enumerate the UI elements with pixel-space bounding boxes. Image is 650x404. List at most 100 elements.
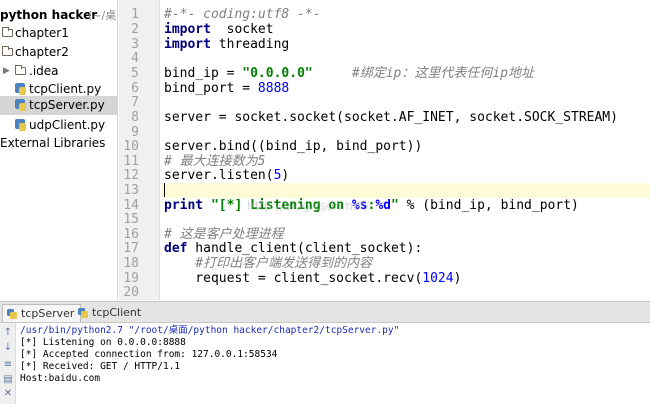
project-tree: python hacker (~/桌面 chapter1 chapter2 ▶ … <box>0 0 118 300</box>
code-comment: # 这是客户处理进程 <box>164 227 284 242</box>
code-editor[interactable]: #-*- coding:utf8 -*- import socket impor… <box>161 0 650 300</box>
python-file-icon <box>15 83 26 96</box>
code-text: ) <box>281 168 290 183</box>
code-line[interactable]: # 这是客户处理进程 <box>164 227 284 242</box>
run-tab-label: tcpServer <box>21 307 75 320</box>
code-comment: #绑定ip：这里代表任何ip地址 <box>351 66 535 81</box>
tree-item-label: .idea <box>29 64 59 78</box>
python-file-icon <box>15 99 26 112</box>
console-toolbar: ↑ ↓ ≡ ▤ ✕ <box>0 323 16 404</box>
code-line[interactable]: #打印出客户端发送得到的内容 <box>164 256 372 271</box>
tree-item-label: udpClient.py <box>29 118 106 132</box>
line-number: 16 <box>123 227 139 242</box>
line-number: 17 <box>123 241 139 256</box>
code-number: 1024 <box>422 271 454 286</box>
line-number: 9 <box>131 125 139 140</box>
soft-wrap-icon[interactable]: ≡ <box>3 360 13 370</box>
line-number: 10 <box>123 139 139 154</box>
folder-icon <box>2 46 13 56</box>
line-number: 19 <box>123 271 139 286</box>
line-number: 18 <box>123 256 139 271</box>
code-keyword: import <box>164 37 211 52</box>
code-keyword: def <box>164 241 188 256</box>
code-line[interactable]: import threading <box>164 37 289 52</box>
line-number: 11 <box>123 154 139 169</box>
code-line[interactable]: #-*- coding:utf8 -*- <box>164 7 321 22</box>
line-number: 1 <box>131 7 139 22</box>
code-text: bind_ip = <box>164 66 243 81</box>
rerun-icon[interactable]: ↑ <box>3 328 13 338</box>
code-text: request = client_socket.recv( <box>164 271 423 286</box>
run-tab-tcpserver[interactable]: tcpServer <box>2 304 82 322</box>
code-format-specifier: %d <box>375 198 391 213</box>
code-line[interactable]: request = client_socket.recv(1024) <box>164 271 461 286</box>
code-line[interactable]: import socket <box>164 22 274 37</box>
code-text: ) <box>453 271 462 286</box>
code-line[interactable]: server.listen(5) <box>164 168 289 183</box>
line-number: 7 <box>131 95 139 110</box>
console-line: /usr/bin/python2.7 "/root/桌面/python hack… <box>20 325 400 336</box>
folder-icon <box>15 65 26 75</box>
folder-icon <box>2 27 13 37</box>
tree-item-tcpserver[interactable]: tcpServer.py <box>0 96 117 115</box>
code-text: handle_client(client_socket): <box>187 241 423 256</box>
run-tab-label: tcpClient <box>92 306 142 319</box>
code-string: " <box>391 198 399 213</box>
code-line[interactable]: server.bind((bind_ip, bind_port)) <box>164 139 422 154</box>
code-line[interactable]: def handle_client(client_socket): <box>164 241 422 256</box>
tree-item-label: chapter2 <box>15 45 69 59</box>
code-text: threading <box>210 37 290 52</box>
code-comment: #打印出客户端发送得到的内容 <box>164 256 373 271</box>
line-number: 15 <box>123 212 139 227</box>
console-line: [*] Listening on 0.0.0.0:8888 <box>20 337 186 348</box>
line-number: 2 <box>131 22 139 37</box>
tree-item-label: External Libraries <box>0 136 106 150</box>
code-line[interactable]: # 最大连接数为5 <box>164 154 265 169</box>
code-line[interactable]: print "[*] Listening on %s:%d" % (bind_i… <box>164 198 579 213</box>
code-text: % (bind_ip, bind_port) <box>398 198 579 213</box>
line-number: 14 <box>123 198 139 213</box>
code-keyword: print <box>164 198 204 213</box>
tree-item-label: tcpServer.py <box>29 98 105 112</box>
python-run-icon <box>7 309 17 319</box>
code-comment: # 最大连接数为5 <box>164 154 266 169</box>
tree-item-label: chapter1 <box>15 26 69 40</box>
code-keyword: import <box>164 22 211 37</box>
line-number: 8 <box>131 110 139 125</box>
line-number: 20 <box>123 285 139 300</box>
code-text: socket <box>210 22 274 37</box>
console-line: Host:baidu.com <box>20 373 101 384</box>
line-number: 6 <box>131 81 139 96</box>
code-text: server.bind((bind_ip, bind_port)) <box>164 139 423 154</box>
run-tool-window-tabs: tcpServer tcpClient <box>0 301 650 323</box>
code-line[interactable]: bind_ip = "0.0.0.0" #绑定ip：这里代表任何ip地址 <box>164 66 534 81</box>
line-number: 12 <box>123 168 139 183</box>
project-root-path: (~/桌面 <box>88 9 117 22</box>
blog-watermark: http://blog.csdn.net/ <box>247 199 370 213</box>
scroll-down-icon[interactable]: ↓ <box>3 343 13 353</box>
line-number: 13 <box>123 183 139 198</box>
console-line: [*] Accepted connection from: 127.0.0.1:… <box>20 349 278 360</box>
run-console[interactable]: ↑ ↓ ≡ ▤ ✕ /usr/bin/python2.7 "/root/桌面/p… <box>0 323 650 404</box>
code-line[interactable]: bind_port = 8888 <box>164 81 289 96</box>
project-root-label: python hacker <box>0 8 98 22</box>
run-tab-tcpclient[interactable]: tcpClient <box>74 304 147 322</box>
clear-icon[interactable]: ✕ <box>3 389 13 399</box>
current-code-line[interactable] <box>161 183 650 198</box>
expand-arrow-icon[interactable]: ▶ <box>3 62 10 81</box>
print-icon[interactable]: ▤ <box>3 375 13 385</box>
python-file-icon <box>15 119 26 132</box>
code-text: server.listen( <box>164 168 274 183</box>
console-line: [*] Received: GET / HTTP/1.1 <box>20 361 181 372</box>
line-number: 5 <box>131 66 139 81</box>
text-caret <box>164 183 165 197</box>
code-text: bind_port = <box>164 81 258 96</box>
code-string: "0.0.0.0" <box>242 66 313 81</box>
line-number: 3 <box>131 37 139 52</box>
line-number: 4 <box>131 51 139 66</box>
code-line[interactable]: server = socket.socket(socket.AF_INET, s… <box>164 110 618 125</box>
python-run-icon <box>78 308 88 318</box>
code-text: server = socket.socket(socket.AF_INET, s… <box>164 110 618 125</box>
code-number: 8888 <box>257 81 290 96</box>
